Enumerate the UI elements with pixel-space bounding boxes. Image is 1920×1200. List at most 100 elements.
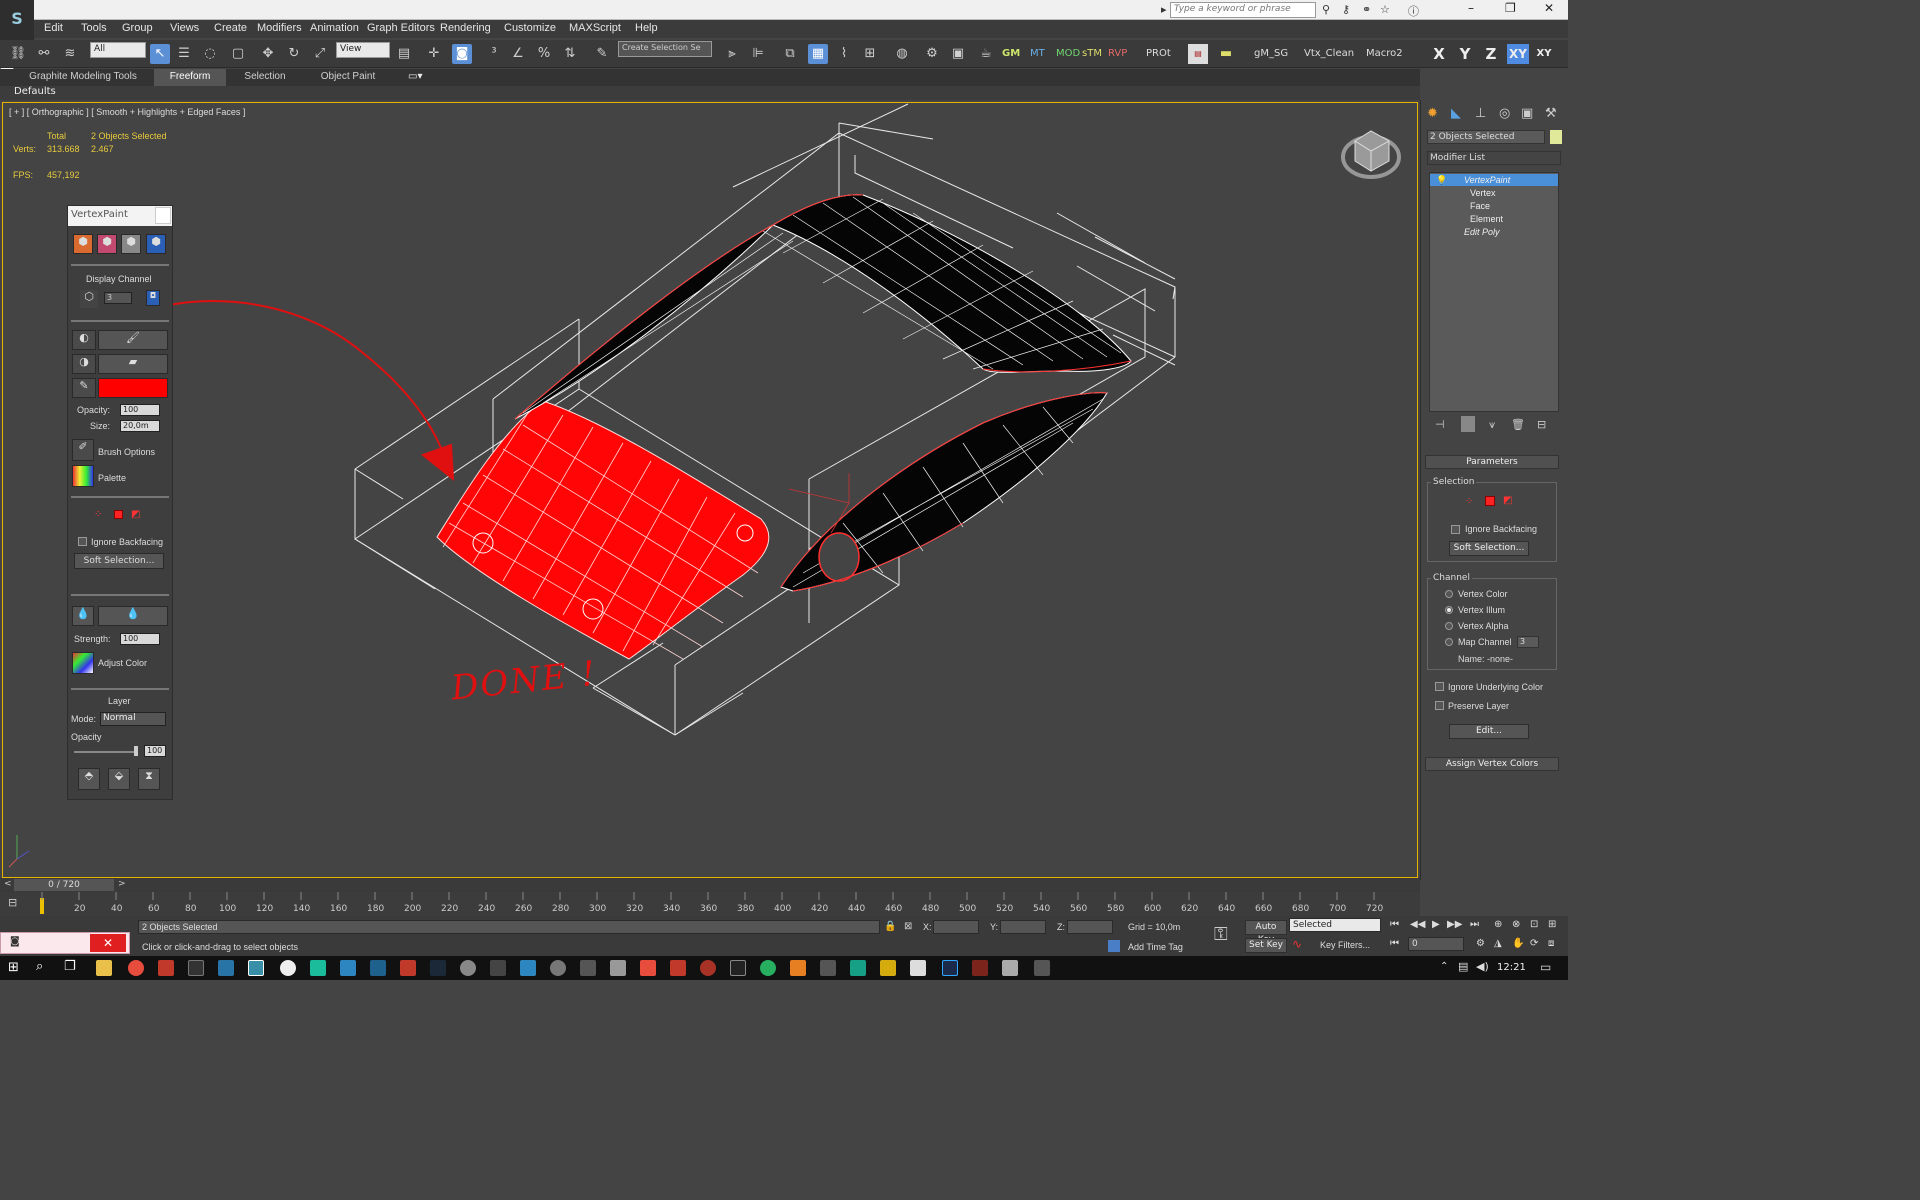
- radio-vertex-alpha[interactable]: [1445, 622, 1453, 630]
- erase-all-icon[interactable]: ◑: [72, 354, 96, 374]
- paint-color-swatch[interactable]: [98, 378, 168, 398]
- brush-options-label[interactable]: Brush Options: [98, 447, 155, 457]
- file-explorer-icon[interactable]: [96, 960, 112, 976]
- zoom-all-icon[interactable]: ⊗: [1512, 919, 1520, 930]
- schematic-view-icon[interactable]: ⊞: [860, 44, 880, 64]
- app-icon[interactable]: [700, 960, 716, 976]
- selection-lock-icon[interactable]: 🔒: [884, 921, 896, 932]
- layer-opacity-slider-handle[interactable]: [134, 746, 138, 756]
- z-coord-field[interactable]: [1067, 920, 1113, 934]
- app-icon[interactable]: [1002, 960, 1018, 976]
- tex-tools-icon[interactable]: ▤: [1188, 44, 1208, 64]
- snaps-toggle-icon[interactable]: ³: [484, 44, 504, 64]
- y-coord-field[interactable]: [1000, 920, 1046, 934]
- paint-brush-button[interactable]: 🖌: [98, 330, 168, 350]
- radio-vertex-illum[interactable]: [1445, 606, 1453, 614]
- app-icon[interactable]: [340, 960, 356, 976]
- app-icon[interactable]: [370, 960, 386, 976]
- current-frame-field[interactable]: 0: [1408, 937, 1464, 951]
- pick-color-icon[interactable]: ✎: [72, 378, 96, 398]
- app-icon[interactable]: [610, 960, 626, 976]
- time-slider-next-icon[interactable]: >: [118, 879, 126, 889]
- condense-layers-icon[interactable]: ⧗: [138, 768, 160, 790]
- cp-vertex-select-icon[interactable]: ⁘: [1465, 496, 1473, 507]
- clock[interactable]: 12:21: [1497, 962, 1526, 973]
- maximize-icon[interactable]: ❐: [1505, 1, 1516, 15]
- render-teapot-icon[interactable]: ☕: [976, 44, 996, 64]
- channel-lock-icon[interactable]: ◘: [146, 290, 160, 306]
- time-slider-thumb[interactable]: 0 / 720: [14, 879, 114, 891]
- adjust-color-icon[interactable]: [72, 652, 94, 674]
- preserve-layer-checkbox[interactable]: [1435, 701, 1444, 710]
- remove-modifier-icon[interactable]: 🗑: [1511, 418, 1525, 431]
- manipulate-icon[interactable]: ✛: [424, 44, 444, 64]
- align-icon[interactable]: ⊫: [748, 44, 768, 64]
- menu-customize[interactable]: Customize: [504, 22, 556, 34]
- viewport-orthographic[interactable]: [ + ] [ Orthographic ] [ Smooth + Highli…: [2, 102, 1418, 878]
- viewcube[interactable]: [1341, 130, 1401, 179]
- display-tab-icon[interactable]: ▣: [1521, 106, 1533, 121]
- toggle-ribbon-icon[interactable]: ▦: [808, 44, 828, 64]
- layer-opacity-spinner[interactable]: 100: [144, 745, 166, 757]
- scale-icon[interactable]: ⤢: [310, 44, 330, 64]
- ignore-underlying-color-checkbox[interactable]: [1435, 682, 1444, 691]
- layer-mode-select[interactable]: Normal: [100, 712, 166, 726]
- edit-named-selection-icon[interactable]: ✎: [592, 44, 612, 64]
- radio-map-channel[interactable]: [1445, 638, 1453, 646]
- cp-element-select-icon[interactable]: ◩: [1503, 495, 1512, 506]
- app-icon[interactable]: [880, 960, 896, 976]
- mt-script-button[interactable]: MT: [1030, 48, 1045, 59]
- menu-animation[interactable]: Animation: [310, 22, 359, 34]
- app-icon[interactable]: [520, 960, 536, 976]
- play-icon[interactable]: ▶: [1432, 919, 1440, 930]
- key-mode-select[interactable]: Selected: [1289, 918, 1381, 932]
- stm-script-button[interactable]: sTM: [1082, 48, 1102, 59]
- layer-opacity-slider[interactable]: [74, 751, 136, 753]
- viewport-scene[interactable]: [3, 103, 1417, 877]
- key-mode-toggle-icon[interactable]: ⏮: [1390, 938, 1399, 949]
- 3dsmax-taskbar-icon[interactable]: [248, 960, 264, 976]
- mail-icon[interactable]: [910, 960, 926, 976]
- selection-filter-select[interactable]: All: [90, 42, 146, 58]
- set-key-icon[interactable]: ⚿: [1214, 924, 1228, 945]
- app-icon[interactable]: [820, 960, 836, 976]
- viewport-label[interactable]: [ + ] [ Orthographic ] [ Smooth + Highli…: [9, 107, 245, 117]
- percent-snap-icon[interactable]: %: [534, 44, 554, 64]
- app-icon[interactable]: [490, 960, 506, 976]
- app-icon[interactable]: [760, 960, 776, 976]
- spinner-snap-icon[interactable]: ⇅: [560, 44, 580, 64]
- bind-space-warp-icon[interactable]: ≋: [60, 44, 80, 64]
- app-logo[interactable]: S: [0, 0, 34, 40]
- communication-center-icon[interactable]: ⚭: [1362, 3, 1371, 16]
- adjust-color-label[interactable]: Adjust Color: [98, 658, 147, 668]
- size-spinner[interactable]: 20,0m: [120, 420, 160, 432]
- time-tag-icon[interactable]: [1108, 940, 1120, 952]
- stack-item-edit-poly[interactable]: Edit Poly: [1464, 227, 1500, 237]
- menu-graph-editors[interactable]: Graph Editors: [367, 22, 435, 34]
- vtx-clean-script-button[interactable]: Vtx_Clean: [1304, 48, 1354, 59]
- tab-freeform[interactable]: Freeform: [154, 69, 226, 86]
- volume-icon[interactable]: ◀): [1476, 960, 1489, 973]
- app-icon[interactable]: [460, 960, 476, 976]
- stack-item-element[interactable]: Element: [1470, 214, 1503, 224]
- network-icon[interactable]: ▤: [1458, 960, 1468, 973]
- vertexpaint-close-button[interactable]: [155, 207, 171, 224]
- paint-all-icon[interactable]: ◐: [72, 330, 96, 350]
- time-slider-prev-icon[interactable]: <: [4, 879, 12, 889]
- app-icon[interactable]: [790, 960, 806, 976]
- render-setup-icon[interactable]: ⚙: [922, 44, 942, 64]
- close-icon[interactable]: ✕: [1544, 1, 1554, 15]
- search-input[interactable]: Type a keyword or phrase: [1170, 2, 1316, 18]
- vertex-color-display-shaded-icon[interactable]: ⬢: [97, 234, 117, 254]
- autocad-icon[interactable]: [400, 960, 416, 976]
- rotate-icon[interactable]: ↻: [284, 44, 304, 64]
- layer-manager-icon[interactable]: ⧉: [780, 44, 800, 64]
- mirror-icon[interactable]: ⫸: [722, 44, 742, 64]
- defaults-label[interactable]: Defaults: [14, 86, 56, 97]
- minimize-icon[interactable]: –: [1468, 1, 1474, 15]
- time-configuration-icon[interactable]: ⚙: [1476, 938, 1485, 949]
- reference-coordinate-select[interactable]: View: [336, 42, 390, 58]
- selection-region-icon[interactable]: ◌: [200, 44, 220, 64]
- x-coord-field[interactable]: [933, 920, 979, 934]
- disable-vertex-color-display-icon[interactable]: ⬢: [121, 234, 141, 254]
